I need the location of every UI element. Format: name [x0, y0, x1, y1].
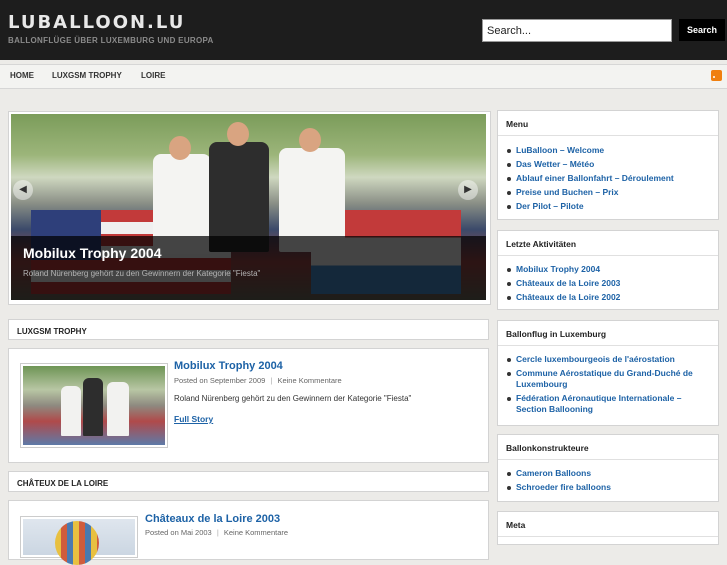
- meta-separator: |: [270, 376, 273, 385]
- link-item[interactable]: Schroeder fire balloons: [506, 482, 611, 493]
- widget-header: Ballonkonstrukteure: [498, 435, 718, 460]
- post-comments[interactable]: Keine Kommentare: [224, 528, 288, 537]
- nav-item-loire[interactable]: LOIRE: [141, 71, 165, 80]
- widget-title: Ballonflug in Luxemburg: [506, 329, 607, 339]
- site-logo[interactable]: LUBALLOON.LU: [8, 12, 185, 33]
- post-comments[interactable]: Keine Kommentare: [277, 376, 341, 385]
- menu-item-welcome[interactable]: LuBalloon – Welcome: [506, 145, 674, 156]
- widget-header: Meta: [498, 512, 718, 537]
- widget-title: Ballonkonstrukteure: [506, 443, 589, 453]
- post-title[interactable]: Châteaux de la Loire 2003: [145, 513, 280, 525]
- menu-item-wetter[interactable]: Das Wetter – Météo: [506, 159, 674, 170]
- widget-header: Letzte Aktivitäten: [498, 231, 718, 256]
- menu-item-pilot[interactable]: Der Pilot – Pilote: [506, 201, 674, 212]
- widget-list: Cameron Balloons Schroeder fire balloons: [506, 468, 611, 496]
- post-card: Châteaux de la Loire 2003 Posted on Mai …: [8, 500, 489, 565]
- widget-list: Cercle luxembourgeois de l'aérostation C…: [506, 354, 706, 418]
- section-title: LUXGSM TROPHY: [17, 327, 87, 336]
- widget-ballonflug: Ballonflug in Luxemburg Cercle luxembour…: [497, 320, 719, 426]
- recent-item[interactable]: Châteaux de la Loire 2003: [506, 278, 620, 289]
- meta-separator: |: [216, 528, 219, 537]
- site-header: LUBALLOON.LU BALLONFLÜGE ÜBER LUXEMBURG …: [0, 0, 727, 60]
- full-story-link[interactable]: Full Story: [174, 414, 213, 424]
- link-item[interactable]: Fédération Aéronautique Internationale –…: [506, 393, 706, 415]
- post-card: Mobilux Trophy 2004 Posted on September …: [8, 348, 489, 463]
- slider-next-arrow[interactable]: ▶: [458, 180, 478, 200]
- recent-item[interactable]: Châteaux de la Loire 2002: [506, 292, 620, 303]
- menu-item-ablauf[interactable]: Ablauf einer Ballonfahrt – Déroulement: [506, 173, 674, 184]
- person-right-head: [299, 128, 321, 152]
- link-item[interactable]: Cameron Balloons: [506, 468, 611, 479]
- slide-text: Roland Nürenberg gehört zu den Gewinnern…: [23, 269, 261, 278]
- post-date: Posted on Mai 2003: [145, 528, 212, 537]
- post-meta: Posted on Mai 2003 | Keine Kommentare: [145, 528, 288, 537]
- widget-title: Letzte Aktivitäten: [506, 239, 577, 249]
- slider-prev-arrow[interactable]: ◀: [13, 180, 33, 200]
- post-date: Posted on September 2009: [174, 376, 266, 385]
- post-thumbnail[interactable]: [20, 363, 168, 448]
- widget-meta: Meta: [497, 511, 719, 545]
- nav-item-home[interactable]: HOME: [10, 71, 34, 80]
- featured-slider: ◀ ▶ Mobilux Trophy 2004 Roland Nürenberg…: [8, 111, 491, 305]
- link-item[interactable]: Cercle luxembourgeois de l'aérostation: [506, 354, 706, 365]
- person-middle-head: [227, 122, 249, 146]
- widget-menu: Menu LuBalloon – Welcome Das Wetter – Mé…: [497, 110, 719, 220]
- section-header-loire: CHÂTEUX DE LA LOIRE: [8, 471, 489, 492]
- widget-konstrukteure: Ballonkonstrukteure Cameron Balloons Sch…: [497, 434, 719, 502]
- section-title: CHÂTEUX DE LA LOIRE: [17, 479, 109, 488]
- slide-caption: Mobilux Trophy 2004 Roland Nürenberg geh…: [11, 236, 486, 300]
- widget-title: Meta: [506, 520, 526, 530]
- recent-item[interactable]: Mobilux Trophy 2004: [506, 264, 620, 275]
- widget-header: Menu: [498, 111, 718, 136]
- widget-recent: Letzte Aktivitäten Mobilux Trophy 2004 C…: [497, 230, 719, 310]
- post-thumbnail[interactable]: [20, 516, 138, 565]
- nav-item-luxgsm-trophy[interactable]: LUXGSM TROPHY: [52, 71, 122, 80]
- widget-list: LuBalloon – Welcome Das Wetter – Météo A…: [506, 145, 674, 215]
- search-input[interactable]: [482, 19, 672, 42]
- widget-list: Mobilux Trophy 2004 Châteaux de la Loire…: [506, 264, 620, 306]
- post-excerpt: Roland Nürenberg gehört zu den Gewinnern…: [174, 394, 412, 403]
- post-title[interactable]: Mobilux Trophy 2004: [174, 360, 283, 372]
- post-meta: Posted on September 2009 | Keine Komment…: [174, 376, 342, 385]
- widget-title: Menu: [506, 119, 529, 129]
- site-tagline: BALLONFLÜGE ÜBER LUXEMBURG UND EUROPA: [8, 36, 214, 45]
- main-nav: HOME LUXGSM TROPHY LOIRE: [0, 64, 727, 89]
- person-left-head: [169, 136, 191, 160]
- menu-item-preise[interactable]: Preise und Buchen – Prix: [506, 187, 674, 198]
- rss-icon[interactable]: [711, 70, 722, 81]
- slide-title[interactable]: Mobilux Trophy 2004: [23, 245, 161, 261]
- widget-header: Ballonflug in Luxemburg: [498, 321, 718, 346]
- section-header-luxgsm: LUXGSM TROPHY: [8, 319, 489, 340]
- search-button[interactable]: Search: [679, 19, 725, 41]
- link-item[interactable]: Commune Aérostatique du Grand-Duché de L…: [506, 368, 706, 390]
